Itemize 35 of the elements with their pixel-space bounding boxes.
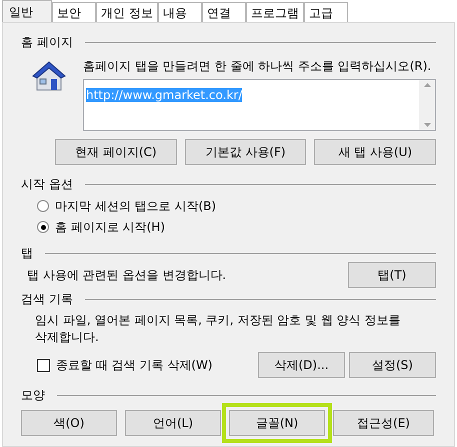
dialog-button[interactable]: 현재 페이지(C): [55, 139, 177, 165]
house-icon: [31, 59, 67, 93]
dialog-button[interactable]: 언어(L): [125, 410, 221, 436]
radio-button[interactable]: [37, 221, 49, 233]
dialog-button[interactable]: 색(O): [21, 410, 117, 436]
tab[interactable]: 연결: [202, 2, 246, 22]
scroll-down-icon[interactable]: [424, 123, 430, 127]
section-title: 탭: [21, 245, 33, 262]
radio-label: 마지막 세션의 탭으로 시작(B): [55, 198, 216, 215]
scroll-up-icon[interactable]: [424, 83, 430, 87]
url-text: http://www.gmarket.co.kr/: [86, 88, 242, 102]
tab[interactable]: 내용: [158, 2, 202, 22]
section-title: 검색 기록: [21, 291, 73, 308]
section-title: 시작 옵션: [21, 176, 73, 193]
tab[interactable]: 일반: [2, 0, 52, 22]
tab[interactable]: 보안: [52, 2, 96, 22]
section-title: 홈 페이지: [21, 34, 73, 51]
radio-label: 홈 페이지로 시작(H): [55, 219, 166, 236]
dialog-button[interactable]: 탭(T): [348, 262, 436, 288]
radio-button[interactable]: [37, 200, 49, 212]
dialog-button[interactable]: 삭제(D)...: [258, 352, 345, 378]
history-description: 임시 파일, 열어본 페이지 목록, 쿠키, 저장된 암호 및 웹 양식 정보를 삭제합니다.: [35, 312, 402, 346]
tab[interactable]: 고급: [304, 2, 348, 22]
checkbox-label: 종료할 때 검색 기록 삭제(W): [56, 357, 212, 374]
dialog-button[interactable]: 설정(S): [349, 352, 436, 378]
checkbox[interactable]: [37, 358, 50, 372]
dialog-button[interactable]: 글꼴(N): [229, 410, 325, 436]
dialog-button[interactable]: 접근성(E): [333, 410, 434, 436]
tab[interactable]: 개인 정보: [96, 2, 158, 22]
instruction-text: 홈페이지 탭을 만들려면 한 줄에 하나씩 주소를 입력하십시오(R).: [83, 58, 432, 75]
tab[interactable]: 프로그램: [246, 2, 304, 22]
tabs-description: 탭 사용에 관련된 옵션을 변경합니다.: [27, 267, 226, 284]
dialog-button[interactable]: 새 탭 사용(U): [314, 139, 436, 165]
dialog-button[interactable]: 기본값 사용(F): [184, 139, 306, 165]
section-title: 모양: [21, 387, 45, 404]
